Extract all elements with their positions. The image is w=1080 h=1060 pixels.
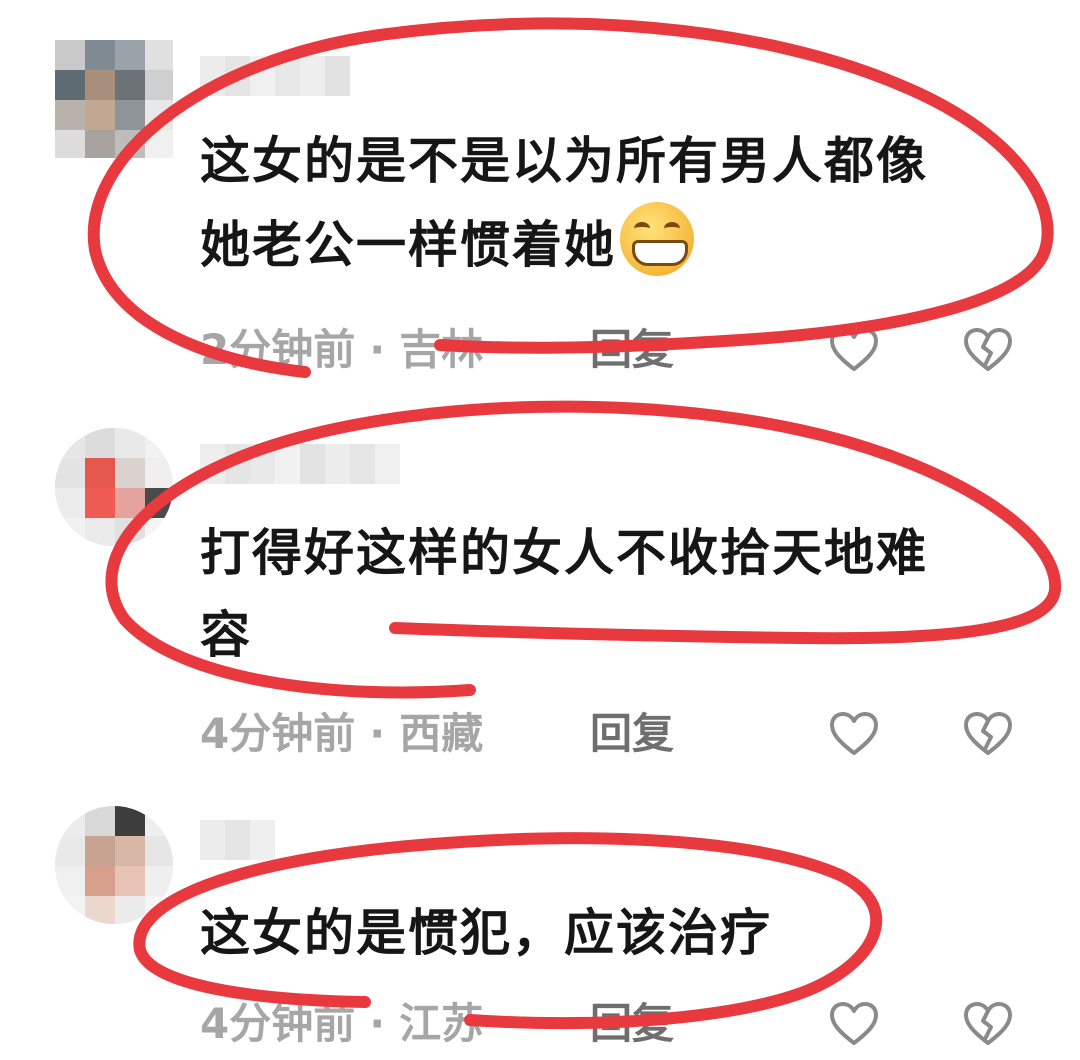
comment-time: 4分钟前 <box>200 999 356 1048</box>
meta-separator: · <box>369 325 386 374</box>
broken-heart-icon <box>964 328 1012 371</box>
username-blurred[interactable] <box>200 444 400 484</box>
comment-meta: 4分钟前 · 西藏 <box>200 706 483 762</box>
avatar[interactable] <box>55 428 173 546</box>
like-button[interactable] <box>824 996 884 1052</box>
comment-text-line: 这女的是不是以为所有男人都像 <box>200 132 928 190</box>
username-blurred[interactable] <box>200 56 350 96</box>
reply-button[interactable]: 回复 <box>590 706 674 762</box>
broken-heart-icon <box>964 712 1012 755</box>
comment-time: 4分钟前 <box>200 709 356 758</box>
meta-separator: · <box>369 999 386 1048</box>
grinning-face-emoji-icon <box>620 202 694 276</box>
comment-time: 2分钟前 <box>200 325 356 374</box>
comment-text-line: 容 <box>200 606 252 664</box>
dislike-button[interactable] <box>958 996 1018 1052</box>
comment-text-line: 这女的是惯犯，应该治疗 <box>200 904 772 962</box>
comment-text-line: 打得好这样的女人不收拾天地难 <box>200 524 928 582</box>
comment-text: 打得好这样的女人不收拾天地难 容 <box>200 512 1030 676</box>
heart-outline-icon <box>830 328 878 371</box>
comment-text: 这女的是不是以为所有男人都像 她老公一样惯着她 <box>200 120 1030 286</box>
comment-meta: 4分钟前 · 江苏 <box>200 996 483 1052</box>
comment-meta: 2分钟前 · 吉林 <box>200 322 483 378</box>
reply-button[interactable]: 回复 <box>590 322 674 378</box>
comment-location: 江苏 <box>399 999 484 1048</box>
heart-outline-icon <box>830 1002 878 1045</box>
broken-heart-icon <box>964 1002 1012 1045</box>
comment-text-line: 她老公一样惯着她 <box>200 202 1030 286</box>
comment-location: 吉林 <box>399 325 484 374</box>
dislike-button[interactable] <box>958 322 1018 378</box>
like-button[interactable] <box>824 322 884 378</box>
comment-location: 西藏 <box>399 709 484 758</box>
comment-text: 这女的是惯犯，应该治疗 <box>200 892 1030 974</box>
like-button[interactable] <box>824 706 884 762</box>
heart-outline-icon <box>830 712 878 755</box>
reply-button[interactable]: 回复 <box>590 996 674 1052</box>
username-blurred[interactable] <box>200 820 275 860</box>
meta-separator: · <box>369 709 386 758</box>
avatar[interactable] <box>55 806 173 924</box>
dislike-button[interactable] <box>958 706 1018 762</box>
avatar[interactable] <box>55 40 173 158</box>
